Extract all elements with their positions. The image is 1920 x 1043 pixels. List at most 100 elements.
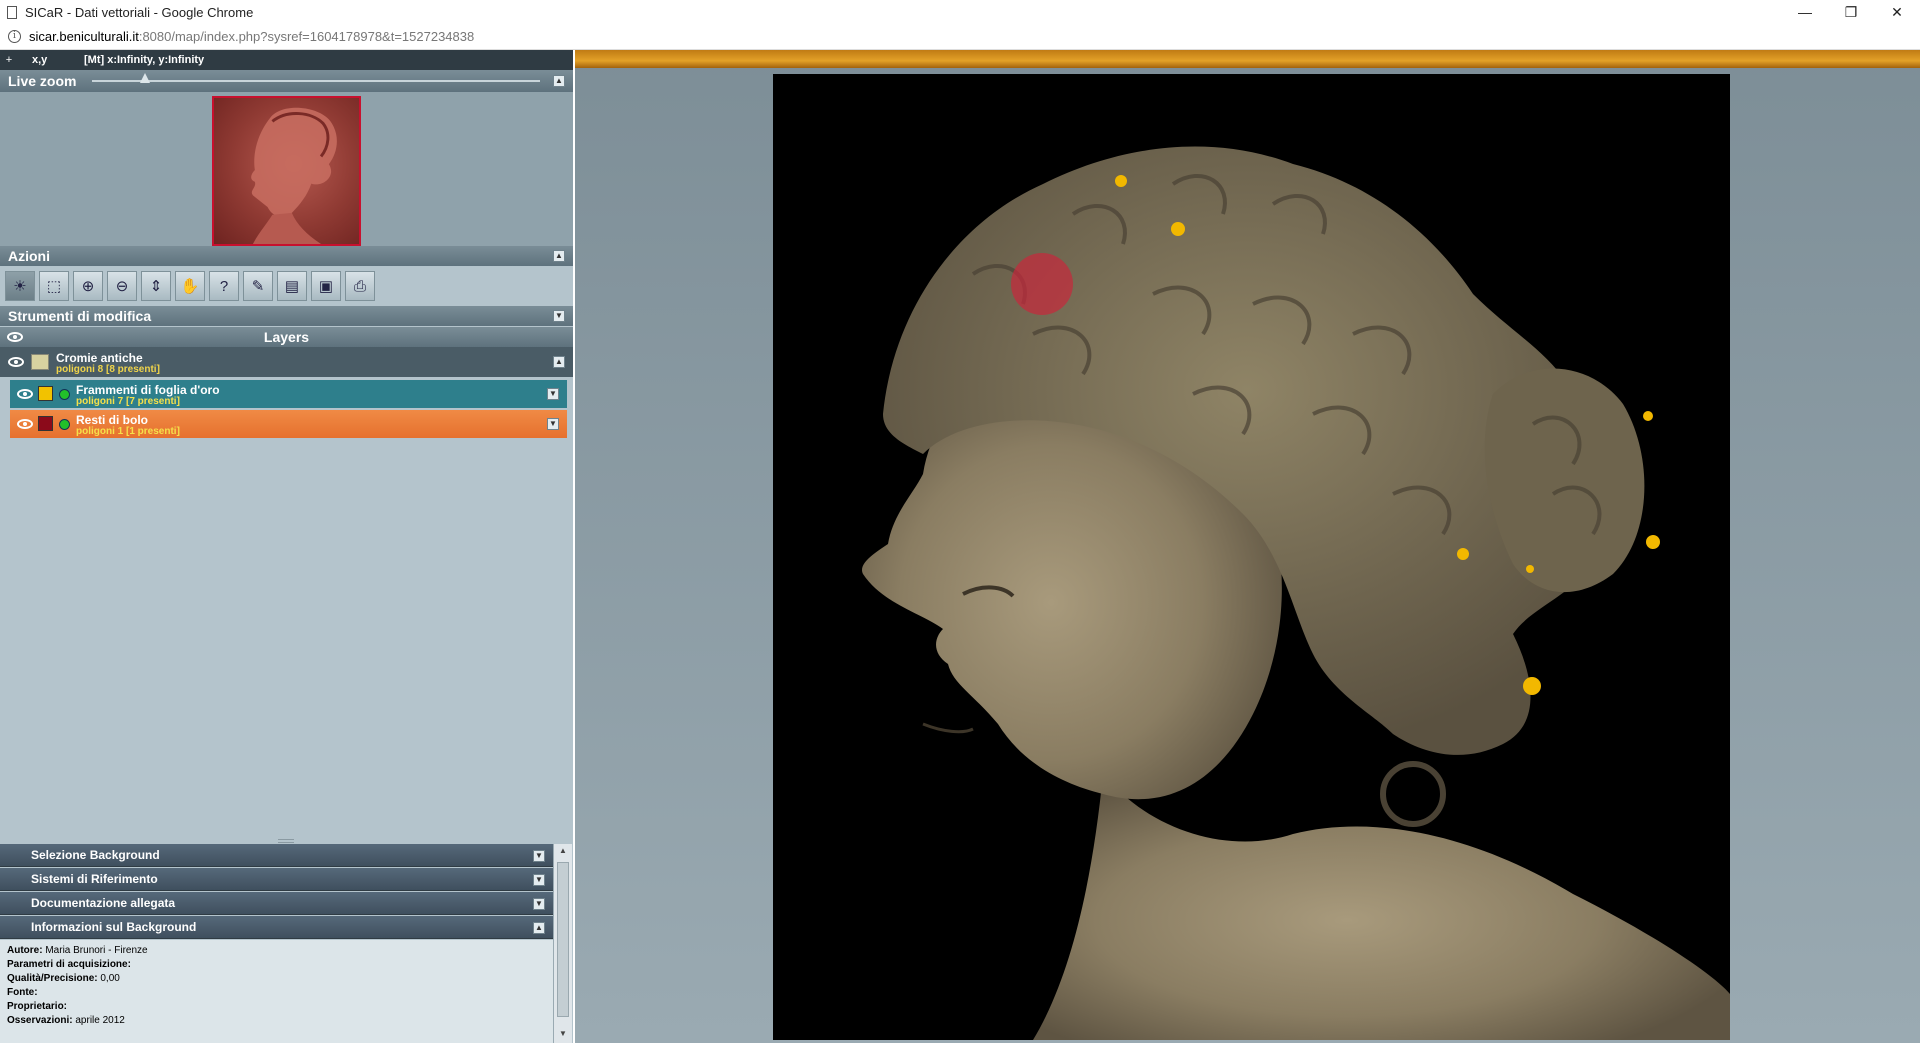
select-tool-button[interactable]: ☀ (5, 271, 35, 301)
accordion-label: Documentazione allegata (31, 896, 176, 910)
gold-marker (1526, 565, 1534, 573)
strumenti-header[interactable]: Strumenti di modifica ▼ (0, 306, 573, 326)
restore-button[interactable]: ❐ (1828, 0, 1874, 24)
layers-tool-button[interactable]: ▤ (277, 271, 307, 301)
info-osservazioni: Osservazioni: aprile 2012 (7, 1015, 125, 1026)
coords-label: x,y (32, 54, 48, 66)
layer-status-icon (59, 389, 70, 400)
eye-icon[interactable] (17, 419, 33, 429)
actions-toolbar: ☀ ⬚ ⊕ ⊖ ⇕ ✋ ? ✎ ▤ ▣ ⎙ (0, 266, 573, 306)
layer-color-swatch (38, 386, 53, 401)
collapse-up-icon[interactable]: ▲ (553, 75, 565, 87)
map-viewport[interactable] (575, 50, 1920, 1043)
box-select-tool-button[interactable]: ⬚ (39, 271, 69, 301)
layers-title: Layers (263, 329, 310, 345)
accordion-label: Selezione Background (31, 848, 160, 862)
layer-color-swatch (38, 416, 53, 431)
scroll-thumb[interactable] (557, 862, 569, 1017)
page-icon (7, 5, 17, 19)
accordion-label: Sistemi di Riferimento (31, 872, 158, 886)
zoom-out-tool-button[interactable]: ⊖ (107, 271, 137, 301)
accordion-label: Informazioni sul Background (31, 920, 197, 934)
zoom-slider-thumb[interactable] (140, 73, 150, 83)
layer-name: Frammenti di foglia d'oro (76, 383, 220, 397)
pan-tool-button[interactable]: ✋ (175, 271, 205, 301)
layer-group-icon (31, 354, 49, 370)
expand-down-icon[interactable]: ▼ (553, 310, 565, 322)
overview-thumbnail[interactable] (212, 96, 361, 246)
expand-down-icon[interactable]: ▼ (547, 388, 559, 400)
livezoom-title: Live zoom (8, 73, 77, 89)
layer-group-name: Cromie antiche (56, 351, 143, 365)
browser-titlebar: SICaR - Dati vettoriali - Google Chrome … (0, 0, 1920, 24)
layer-name: Resti di bolo (76, 413, 148, 427)
zoom-slider[interactable] (92, 80, 540, 82)
print-tool-button[interactable]: ⎙ (345, 271, 375, 301)
collapse-up-icon[interactable]: ▲ (553, 250, 565, 262)
bust-image-drawing (862, 146, 1730, 1040)
info-scrollbar[interactable]: ▲ ▼ (553, 844, 572, 1043)
expand-down-icon[interactable]: ▼ (533, 898, 545, 910)
gold-marker (1115, 175, 1127, 187)
left-panel: + x,y [Mt] x:Infinity, y:Infinity Live z… (0, 50, 573, 1043)
info-qualita: Qualità/Precisione: 0,00 (7, 973, 120, 984)
accordion-selezione-background[interactable]: Selezione Background ▼ (0, 844, 553, 867)
collapse-up-icon[interactable]: ▲ (553, 356, 565, 368)
expand-down-icon[interactable]: ▼ (533, 874, 545, 886)
azioni-title: Azioni (8, 248, 50, 264)
azioni-header[interactable]: Azioni ▲ (0, 246, 573, 266)
measure-tool-button[interactable]: ✎ (243, 271, 273, 301)
gold-marker (1171, 222, 1185, 236)
window-title: SICaR - Dati vettoriali - Google Chrome (25, 4, 254, 20)
info-autore: Autore: Maria Brunori - Firenze (7, 945, 148, 956)
window-controls: — ❐ ✕ (1782, 0, 1920, 24)
address-bar[interactable]: i sicar.beniculturali.it:8080/map/index.… (0, 24, 1920, 50)
expand-down-icon[interactable]: ▼ (533, 850, 545, 862)
layer-status-icon (59, 419, 70, 430)
collapse-up-icon[interactable]: ▲ (533, 922, 545, 934)
accordion-documentazione[interactable]: Documentazione allegata ▼ (0, 892, 553, 915)
url-path: :8080/map/index.php?sysref=1604178978&t=… (138, 29, 475, 44)
layer-group-cromie[interactable]: Cromie antiche poligoni 8 [8 presenti] ▲ (0, 347, 573, 377)
url-host: sicar.beniculturali.it (29, 29, 139, 44)
crosshair-icon: + (5, 54, 13, 66)
map-top-bar (575, 50, 1920, 68)
layer-group-count: poligoni 8 [8 presenti] (56, 364, 160, 375)
export-tool-button[interactable]: ▣ (311, 271, 341, 301)
layer-row-frammenti[interactable]: Frammenti di foglia d'oro poligoni 7 [7 … (10, 380, 567, 408)
strumenti-title: Strumenti di modifica (8, 308, 152, 324)
help-tool-button[interactable]: ? (209, 271, 239, 301)
gold-marker (1457, 548, 1469, 560)
info-parametri: Parametri di acquisizione: (7, 959, 131, 970)
scroll-down-icon[interactable]: ▼ (557, 1029, 569, 1041)
coords-value: [Mt] x:Infinity, y:Infinity (84, 54, 205, 66)
accordion-informazioni-background[interactable]: Informazioni sul Background ▲ (0, 916, 553, 939)
minimize-button[interactable]: — (1782, 0, 1828, 24)
gold-marker (1643, 411, 1653, 421)
layer-row-resti[interactable]: Resti di bolo poligoni 1 [1 presenti] ▼ (10, 410, 567, 438)
eye-icon[interactable] (7, 332, 23, 342)
expand-down-icon[interactable]: ▼ (547, 418, 559, 430)
grip-icon (278, 839, 294, 843)
bust-image[interactable] (773, 74, 1730, 1040)
layer-count: poligoni 7 [7 presenti] (76, 396, 180, 407)
layer-count: poligoni 1 [1 presenti] (76, 426, 180, 437)
zoom-in-tool-button[interactable]: ⊕ (73, 271, 103, 301)
layers-header: Layers (0, 327, 573, 347)
livezoom-area (0, 92, 573, 246)
eye-icon[interactable] (17, 389, 33, 399)
close-button[interactable]: ✕ (1874, 0, 1920, 24)
url-text[interactable]: sicar.beniculturali.it:8080/map/index.ph… (29, 29, 474, 44)
background-info-content: Autore: Maria Brunori - Firenze Parametr… (0, 940, 553, 1043)
site-info-icon[interactable]: i (8, 30, 21, 43)
info-fonte: Fonte: (7, 987, 38, 998)
accordion-sistemi-riferimento[interactable]: Sistemi di Riferimento ▼ (0, 868, 553, 891)
gold-marker (1523, 677, 1541, 695)
info-proprietario: Proprietario: (7, 1001, 68, 1012)
coordinates-bar: + x,y [Mt] x:Infinity, y:Infinity (0, 50, 573, 70)
zoom-extent-tool-button[interactable]: ⇕ (141, 271, 171, 301)
bolo-marker (1011, 253, 1073, 315)
eye-icon[interactable] (8, 357, 24, 367)
scroll-up-icon[interactable]: ▲ (557, 846, 569, 858)
livezoom-header[interactable]: Live zoom ▲ (0, 70, 573, 92)
